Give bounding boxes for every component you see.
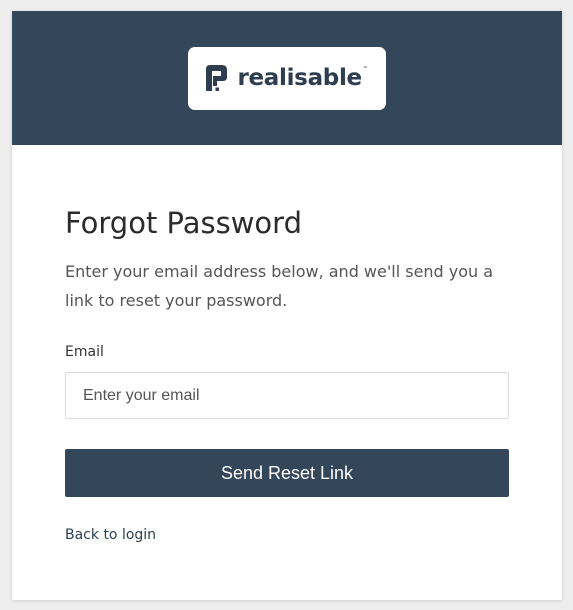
forgot-password-card: realisable™ Forgot Password Enter your e… <box>12 11 562 600</box>
back-to-login-link[interactable]: Back to login <box>65 525 156 545</box>
page-description: Enter your email address below, and we'l… <box>65 262 494 310</box>
card-header: realisable™ <box>12 11 562 145</box>
brand-wordmark: realisable™ <box>237 64 368 91</box>
brand-logo: realisable™ <box>188 46 386 110</box>
realisable-logo-icon <box>206 65 228 91</box>
brand-name: realisable <box>237 64 362 91</box>
send-reset-link-button[interactable]: Send Reset Link <box>65 449 509 497</box>
form-content: Forgot Password Enter your email address… <box>65 205 509 545</box>
email-input[interactable] <box>65 372 509 419</box>
trademark-symbol: ™ <box>362 65 368 72</box>
email-label: Email <box>65 344 104 360</box>
page-title: Forgot Password <box>65 206 302 240</box>
